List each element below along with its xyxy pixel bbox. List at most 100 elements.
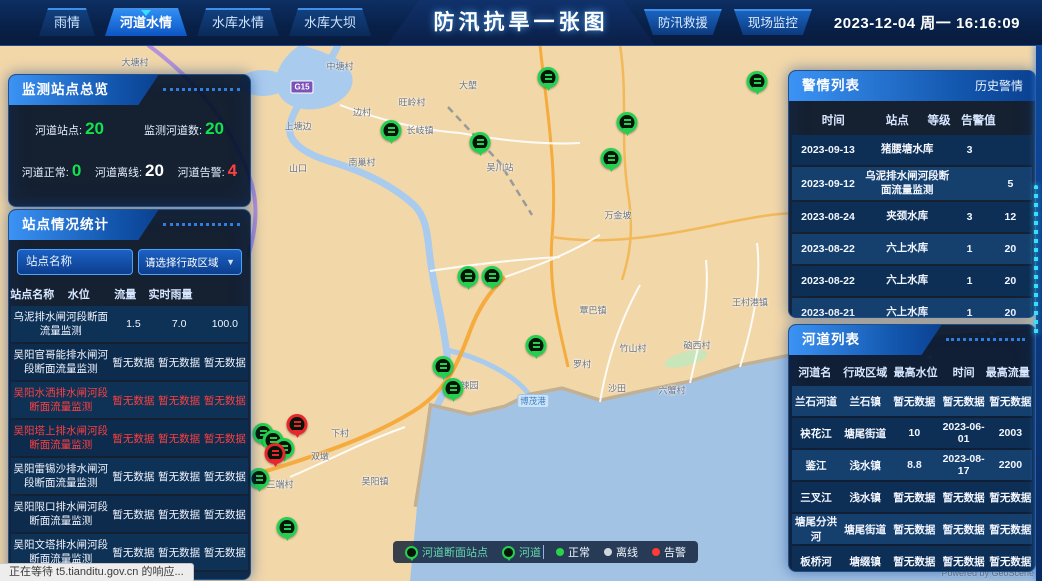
station-name-input[interactable] [18,250,132,274]
action-button[interactable]: 现场监控 [734,9,812,35]
river-table-row[interactable]: 三叉江 浅水镇 暂无数据 暂无数据 暂无数据 [792,482,1032,512]
flow-cell: 暂无数据 [156,507,202,522]
nav-tab[interactable]: 雨情 [39,8,95,36]
map-pin-icon[interactable] [601,148,622,169]
water-level-cell: 暂无数据 [111,393,157,408]
alert-level-cell: 3 [950,144,988,156]
panel-station-overview: 监测站点总览 河道站点:20 监测河道数:20 河道正常:0 河道离线:20 河… [8,74,251,207]
action-button[interactable]: 防汛救援 [644,9,722,35]
column-header: 最高水位 [890,364,942,380]
river-table-row[interactable]: 塘尾分洪河 塘尾街道 暂无数据 暂无数据 暂无数据 [792,514,1032,544]
nav-tab[interactable]: 河道水情 [105,8,187,36]
map-pin-icon[interactable] [265,443,286,464]
legend-label: 河道 [519,544,541,560]
nav-tabs: 雨情 河道水情 水库水情 水库大坝 [34,8,376,36]
river-region-cell: 浅水镇 [840,490,890,505]
river-time-cell: 暂无数据 [938,554,988,569]
alert-station-cell: 六上水库 [864,239,950,259]
legend-status-item: 告警 [652,544,686,560]
top-bar: 防汛抗旱一张图 雨情 河道水情 水库水情 水库大坝 防汛救援 现场监控 2023… [0,0,1042,46]
station-name-cell: 吴阳塔上排水闸河段断面流量监测 [11,422,111,454]
station-name-search[interactable] [17,249,133,275]
map-pin-icon[interactable] [747,71,768,92]
stat-item: 河道告警:4 [178,161,238,181]
top-right-group: 防汛救援 现场监控 2023-12-04 周一 16:16:09 [638,9,1020,35]
map-pin-icon[interactable] [458,266,479,287]
river-name-cell: 三叉江 [792,490,840,505]
station-name-cell: 吴阳官哥能排水闸河段断面流量监测 [11,346,111,378]
river-name-cell: 板桥河 [792,554,840,569]
map-pin-icon[interactable] [287,414,308,435]
alert-level-cell: 1 [950,243,988,255]
region-select[interactable]: 请选择行政区域 ▼ [138,249,242,275]
stat-value: 0 [72,161,81,180]
rainfall-cell: 暂无数据 [202,393,248,408]
river-time-cell: 暂无数据 [938,522,988,537]
column-header: 站点 [878,112,917,128]
station-table-row[interactable]: 吴阳水洒排水闸河段断面流量监测 暂无数据 暂无数据 暂无数据 [11,382,248,418]
river-region-cell: 兰石镇 [840,394,890,409]
river-name-cell: 兰石河道 [792,394,840,409]
map-pin-icon[interactable] [482,266,503,287]
column-header: 时间 [789,112,878,128]
alert-table-row[interactable]: 2023-08-22 六上水库 1 20 [792,234,1032,264]
column-header: 行政区域 [841,364,890,380]
stats-row-1: 河道站点:20 监测河道数:20 [9,119,250,139]
station-table-row[interactable]: 吴阳塔上排水闸河段断面流量监测 暂无数据 暂无数据 暂无数据 [11,420,248,456]
map-pin-icon[interactable] [381,120,402,141]
river-max-flow-cell: 暂无数据 [989,554,1032,569]
station-table-row[interactable]: 吴阳雷锡沙排水闸河段断面流量监测 暂无数据 暂无数据 暂无数据 [11,458,248,494]
river-time-cell: 暂无数据 [938,490,988,505]
map-pin-icon[interactable] [617,112,638,133]
alert-table-row[interactable]: 2023-09-12 乌泥排水闸河段断面流量监测 5 [792,167,1032,200]
alert-value-cell: 20 [989,275,1032,287]
alert-table-header: 时间站点等级告警值 [789,105,1035,135]
river-region-cell: 塘尾街道 [840,426,890,441]
status-dot-icon [652,548,660,556]
legend-label: 河道断面站点 [422,544,488,560]
alert-time-cell: 2023-08-24 [792,211,864,223]
rainfall-cell: 暂无数据 [202,507,248,522]
map-pin-icon[interactable] [277,517,298,538]
river-max-level-cell: 8.8 [890,459,938,471]
alert-table-row[interactable]: 2023-08-22 六上水库 1 20 [792,266,1032,296]
river-max-level-cell: 暂无数据 [890,394,938,409]
alert-table-row[interactable]: 2023-08-21 六上水库 1 20 [792,298,1032,317]
history-alerts-link[interactable]: 历史警情 [975,71,1023,101]
alert-table-row[interactable]: 2023-08-24 夹颈水库 3 12 [792,202,1032,232]
station-table-row[interactable]: 吴阳官哥能排水闸河段断面流量监测 暂无数据 暂无数据 暂无数据 [11,344,248,380]
map-pin-icon[interactable] [249,468,270,489]
legend-pin-item: 河道断面站点 [405,544,488,560]
station-table-row[interactable]: 吴阳限口排水闸河段断面流量监测 暂无数据 暂无数据 暂无数据 [11,496,248,532]
stat-label: 河道正常: [22,167,69,179]
river-table-row[interactable]: 兰石河道 兰石镇 暂无数据 暂无数据 暂无数据 [792,386,1032,416]
legend-status-item: 离线 [604,544,638,560]
alert-value-cell: 20 [989,307,1032,317]
nav-tab[interactable]: 水库水情 [197,8,279,36]
station-table-row[interactable]: 乌泥排水闸河段断面流量监测 1.5 7.0 100.0 [11,306,248,342]
river-table-row[interactable]: 鉴江 浅水镇 8.8 2023-08-17 2200 [792,450,1032,480]
river-table-row[interactable]: 袂花江 塘尾街道 10 2023-06-01 2003 [792,418,1032,448]
panel-river-list: 河道列表 河道名行政区域最高水位时间最高流量 兰石河道 兰石镇 暂无数据 暂无数… [788,324,1036,572]
map-pin-icon[interactable] [470,132,491,153]
nav-tab[interactable]: 水库大坝 [289,8,371,36]
map-pin-icon[interactable] [526,335,547,356]
legend-divider [543,545,544,559]
rainfall-cell: 100.0 [202,318,248,330]
river-max-flow-cell: 暂无数据 [989,522,1032,537]
stat-label: 监测河道数: [144,125,202,137]
station-pin-icon [405,546,418,559]
map-pin-icon[interactable] [443,378,464,399]
alert-table-body: 2023-09-13 猪腰塘水库 3 2023-09-12 乌泥排水闸河段断面流… [789,135,1035,317]
station-name-cell: 吴阳水洒排水闸河段断面流量监测 [11,384,111,416]
river-table-row[interactable]: 板桥河 塘缀镇 暂无数据 暂无数据 暂无数据 [792,546,1032,571]
column-header: 站点名称 [9,286,56,302]
flow-cell: 暂无数据 [156,393,202,408]
water-level-cell: 暂无数据 [111,545,157,560]
map-pin-icon[interactable] [433,356,454,377]
flow-cell: 暂无数据 [156,355,202,370]
alert-table-row[interactable]: 2023-09-13 猪腰塘水库 3 [792,135,1032,165]
stat-item: 河道正常:0 [22,161,82,181]
map-pin-icon[interactable] [538,67,559,88]
stat-value: 20 [205,119,224,138]
